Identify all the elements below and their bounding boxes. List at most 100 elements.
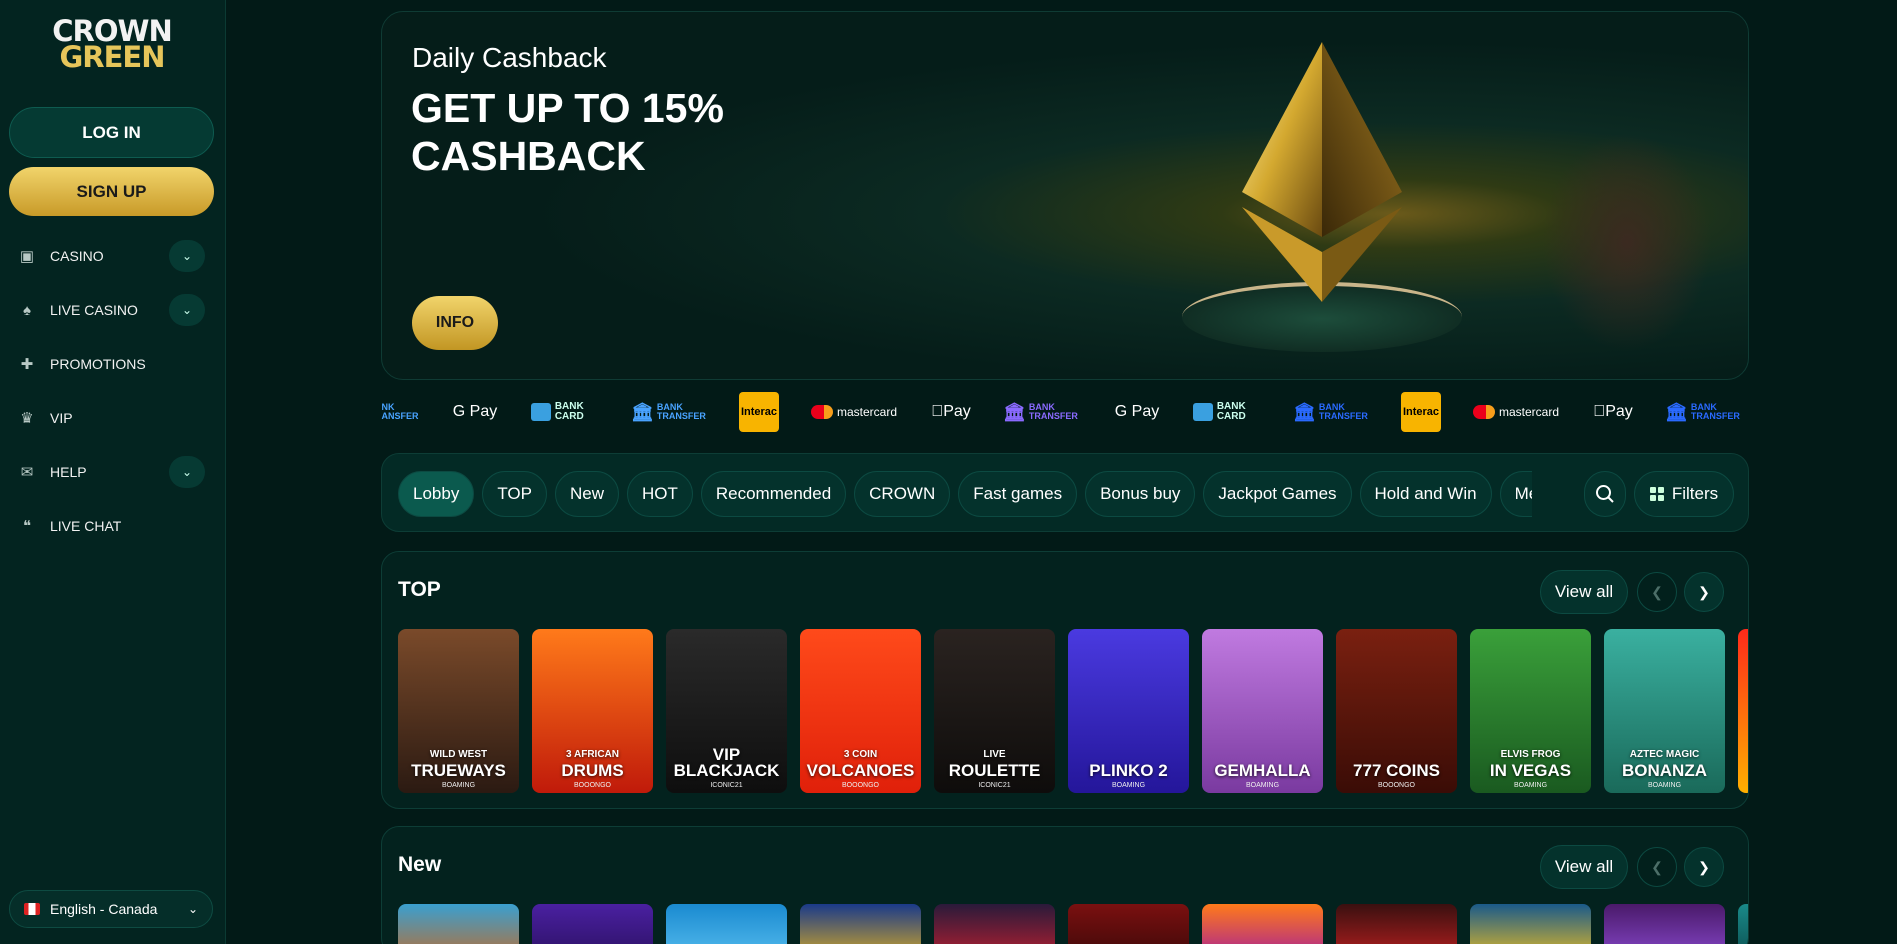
game-thumbnail <box>1336 904 1457 944</box>
sidebar-item-live-chat[interactable]: ❝ LIVE CHAT <box>0 504 226 548</box>
view-all-button[interactable]: View all <box>1540 845 1628 889</box>
signup-button[interactable]: SIGN UP <box>9 167 214 216</box>
game-provider: BOAMING <box>1647 782 1682 789</box>
chevron-left-icon[interactable]: ❮ <box>1637 847 1677 887</box>
mail-icon: ✉ <box>20 464 34 481</box>
game-provider: ICONIC21 <box>710 782 743 789</box>
hero-background-glow <box>1542 132 1712 352</box>
bank-icon: 🏛 <box>631 401 654 422</box>
game-title: GEMHALLA <box>1202 762 1323 779</box>
chevron-right-icon[interactable]: ❯ <box>1684 847 1724 887</box>
game-title: ELVIS FROG IN VEGAS <box>1470 747 1591 779</box>
game-tile[interactable] <box>1604 904 1725 944</box>
payment-label: Pay <box>1599 403 1633 420</box>
game-tile[interactable] <box>800 904 921 944</box>
game-title-big: 777 COINS <box>1353 761 1440 780</box>
section-title: New <box>398 853 442 876</box>
tab-hold-and-win[interactable]: Hold and Win <box>1359 471 1492 517</box>
game-title: AZTEC MAGIC BONANZA <box>1604 747 1725 779</box>
tab-recommended[interactable]: Recommended <box>700 471 847 517</box>
section-title: TOP <box>398 578 441 601</box>
game-title: LIVE ROULETTE <box>934 747 1055 779</box>
game-tile[interactable] <box>1738 629 1748 793</box>
tab-lobby[interactable]: Lobby <box>398 471 475 517</box>
sidebar-item-live-casino[interactable]: ♠ LIVE CASINO ⌄ <box>0 288 226 332</box>
game-tile[interactable]: 3 COIN VOLCANOES BOOONGO <box>800 629 921 793</box>
game-tile[interactable] <box>1068 904 1189 944</box>
language-selector[interactable]: English - Canada ⌄ <box>9 890 213 928</box>
game-tile[interactable]: PLINKO 2 BOAMING <box>1068 629 1189 793</box>
game-title: VIP BLACKJACK <box>666 746 787 780</box>
tab-hot[interactable]: HOT <box>626 471 693 517</box>
hero-gem-image <box>1242 42 1402 302</box>
game-tile[interactable]: VIP BLACKJACK ICONIC21 <box>666 629 787 793</box>
login-button[interactable]: LOG IN <box>9 107 214 158</box>
game-thumbnail <box>1068 904 1189 944</box>
bank-icon: 🏛 <box>1665 401 1688 422</box>
chevron-down-icon[interactable]: ⌄ <box>169 456 205 488</box>
game-tile[interactable] <box>934 904 1055 944</box>
game-title-big: ROULETTE <box>948 761 1041 780</box>
chevron-right-icon[interactable]: ❯ <box>1684 572 1724 612</box>
chevron-down-icon[interactable]: ⌄ <box>169 294 205 326</box>
sidebar-item-vip[interactable]: ♛ VIP <box>0 396 226 440</box>
game-tile[interactable] <box>532 904 653 944</box>
language-label: English - Canada <box>50 901 158 917</box>
game-tile[interactable] <box>1470 904 1591 944</box>
game-tile[interactable]: GEMHALLA BOAMING <box>1202 629 1323 793</box>
game-tile[interactable]: LIVE ROULETTE ICONIC21 <box>934 629 1055 793</box>
game-tile[interactable]: 777 COINS BOOONGO <box>1336 629 1457 793</box>
game-provider: BOAMING <box>1513 782 1548 789</box>
game-tile[interactable] <box>1738 904 1748 944</box>
game-title-big: IN VEGAS <box>1489 761 1572 780</box>
tab-top[interactable]: TOP <box>482 471 547 517</box>
category-chips: Lobby TOP New HOT Recommended CROWN Fast… <box>398 471 1532 517</box>
game-tile[interactable] <box>1202 904 1323 944</box>
chevron-left-icon[interactable]: ❮ <box>1637 572 1677 612</box>
game-tile[interactable]: 3 AFRICAN DRUMS BOOONGO <box>532 629 653 793</box>
payment-label: BANK TRANSFER <box>656 402 706 421</box>
game-tile[interactable] <box>398 904 519 944</box>
tab-bonus-buy[interactable]: Bonus buy <box>1085 471 1196 517</box>
search-button[interactable] <box>1584 471 1626 517</box>
game-tile[interactable] <box>1336 904 1457 944</box>
tab-megaways[interactable]: Megaways <box>1499 471 1532 517</box>
sidebar-item-label: PROMOTIONS <box>50 356 146 372</box>
game-title-big: VOLCANOES <box>806 761 915 780</box>
game-provider: BOOONGO <box>574 782 611 789</box>
hero-info-button[interactable]: INFO <box>412 296 498 350</box>
game-provider: ICONIC21 <box>978 782 1011 789</box>
tab-new[interactable]: New <box>554 471 619 517</box>
chevron-down-icon[interactable]: ⌄ <box>169 240 205 272</box>
game-tile[interactable]: ELVIS FROG IN VEGAS BOAMING <box>1470 629 1591 793</box>
sidebar-item-label: HELP <box>50 464 87 480</box>
grid-icon <box>1649 487 1664 501</box>
search-icon <box>1596 485 1614 503</box>
game-title: 3 AFRICAN DRUMS <box>532 747 653 779</box>
game-thumbnail <box>1604 904 1725 944</box>
game-tile[interactable]: AZTEC MAGIC BONANZA BOAMING <box>1604 629 1725 793</box>
tab-fast-games[interactable]: Fast games <box>958 471 1078 517</box>
sidebar-item-casino[interactable]: ▣ CASINO ⌄ <box>0 234 226 278</box>
game-thumbnail <box>934 904 1055 944</box>
new-games-section: New View all ❮ ❯ <box>381 826 1749 944</box>
game-tile[interactable] <box>666 904 787 944</box>
view-all-button[interactable]: View all <box>1540 570 1628 614</box>
sidebar-item-promotions[interactable]: ✚ PROMOTIONS <box>0 342 226 386</box>
filters-button[interactable]: Filters <box>1634 471 1734 517</box>
game-tile[interactable]: WILD WEST TRUEWAYS BOAMING <box>398 629 519 793</box>
tab-crown[interactable]: CROWN <box>854 471 951 517</box>
crown-green-logo[interactable]: CROWN GREEN <box>52 17 173 72</box>
mastercard-logo: mastercard <box>809 392 899 432</box>
sidebar-item-help[interactable]: ✉ HELP ⌄ <box>0 450 226 494</box>
chevron-down-icon: ⌄ <box>187 902 198 916</box>
tab-jackpot-games[interactable]: Jackpot Games <box>1203 471 1352 517</box>
apple-pay-logo: Pay <box>929 392 973 432</box>
filters-label: Filters <box>1671 484 1719 503</box>
sidebar-item-label: CASINO <box>50 248 104 264</box>
bank-icon: 🏛 <box>1293 401 1316 422</box>
game-title-big: BLACKJACK <box>673 761 780 780</box>
hero-banner[interactable]: Daily Cashback GET UP TO 15% CASHBACK IN… <box>381 11 1749 380</box>
casino-icon: ▣ <box>19 248 35 265</box>
games-carousel: WILD WEST TRUEWAYS BOAMING 3 AFRICAN DRUMS BO… <box>398 629 1748 793</box>
